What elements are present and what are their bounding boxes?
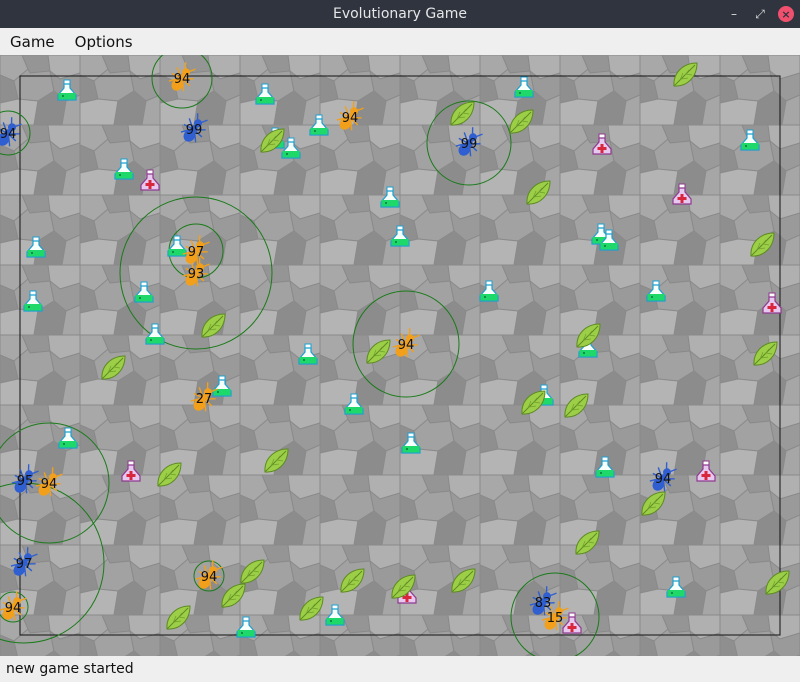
ant-energy-label: 99 (186, 123, 203, 138)
ant-energy-label: 97 (16, 557, 33, 572)
status-bar: new game started (0, 656, 800, 682)
board-canvas[interactable]: 94 94 97 93 94 27 94 94 94 15 94 99 99 95 94 97 83 (0, 55, 800, 656)
menu-bar: Game Options (0, 28, 800, 55)
ant-energy-label: 99 (461, 137, 478, 152)
window-title: Evolutionary Game (332, 6, 468, 22)
ant-energy-label: 94 (0, 127, 16, 142)
ant-energy-label: 94 (201, 570, 218, 585)
ant-energy-label: 94 (398, 338, 415, 353)
menu-options[interactable]: Options (65, 33, 143, 51)
window-controls: – ⤢ × (726, 0, 794, 28)
ant-energy-label: 94 (342, 111, 359, 126)
ant-energy-label: 94 (5, 601, 22, 616)
minimize-icon[interactable]: – (726, 6, 742, 22)
maximize-icon[interactable]: ⤢ (752, 6, 768, 22)
ant-energy-label: 93 (188, 267, 205, 282)
ant-energy-label: 94 (41, 477, 58, 492)
ant-energy-label: 95 (17, 474, 34, 489)
ant-energy-label: 27 (196, 392, 213, 407)
title-bar: Evolutionary Game – ⤢ × (0, 0, 800, 28)
ant-energy-label: 94 (655, 472, 672, 487)
status-message: new game started (6, 661, 134, 677)
game-board[interactable]: 94 94 97 93 94 27 94 94 94 15 94 99 99 95 94 97 83 (0, 55, 800, 656)
ant-energy-label: 83 (535, 596, 552, 611)
menu-game[interactable]: Game (0, 33, 65, 51)
ant-energy-label: 94 (174, 72, 191, 87)
ant-energy-label: 15 (547, 611, 564, 626)
close-icon[interactable]: × (778, 6, 794, 22)
ant-energy-label: 97 (188, 245, 205, 260)
